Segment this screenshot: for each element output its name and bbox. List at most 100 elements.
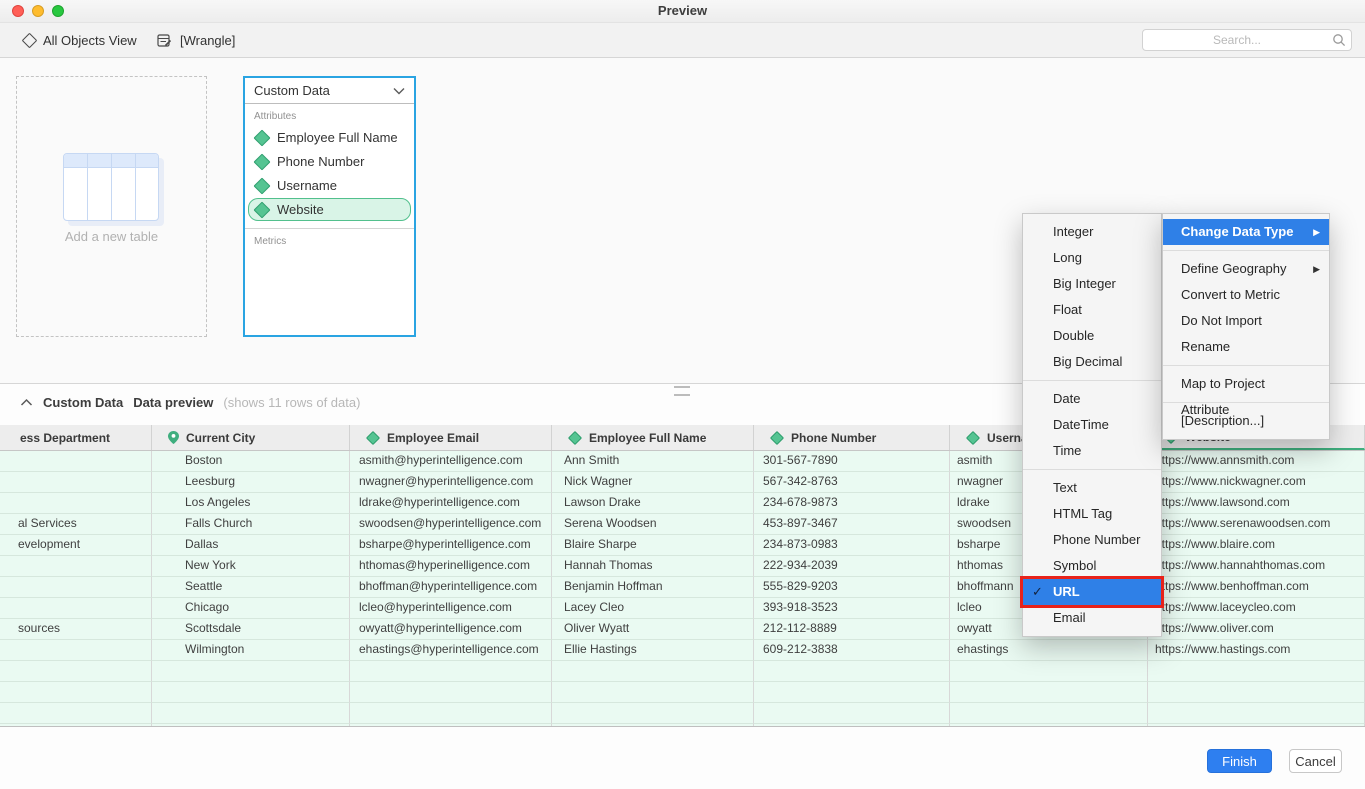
add-new-table-label: Add a new table — [17, 229, 206, 244]
all-objects-view-label: All Objects View — [43, 33, 137, 48]
wrangle-button[interactable]: [Wrangle] — [157, 23, 235, 57]
column-header-employee-email[interactable]: Employee Email — [350, 425, 552, 450]
menu-item-datetime[interactable]: DateTime — [1023, 412, 1161, 438]
metrics-section-label: Metrics — [245, 229, 414, 250]
table-cell: al Services — [0, 514, 152, 535]
menu-item-symbol[interactable]: Symbol — [1023, 553, 1161, 579]
table-cell — [552, 703, 754, 724]
table-cell: https://www.blaire.com — [1148, 535, 1365, 556]
table-cell: evelopment — [0, 535, 152, 556]
column-header-current-city[interactable]: Current City — [152, 425, 350, 450]
menu-item-url[interactable]: ✓URL — [1023, 579, 1161, 605]
menu-item-big-decimal[interactable]: Big Decimal — [1023, 349, 1161, 375]
table-cell: Seattle — [152, 577, 350, 598]
attribute-diamond-icon — [966, 430, 980, 444]
table-cell — [0, 661, 152, 682]
add-new-table-button[interactable]: Add a new table — [16, 76, 207, 337]
window-title: Preview — [0, 3, 1365, 18]
table-cell: 234-678-9873 — [754, 493, 950, 514]
attribute-list: Employee Full Name Phone Number UsernameWe… — [245, 126, 414, 221]
search-input[interactable] — [1142, 29, 1352, 51]
table-cell: https://www.hastings.com — [1148, 640, 1365, 661]
submenu-arrow-icon: ▶ — [1313, 219, 1320, 245]
table-cell: lcleo@hyperintelligence.com — [350, 598, 552, 619]
table-cell — [152, 682, 350, 703]
finish-button[interactable]: Finish — [1207, 749, 1272, 773]
menu-item-text[interactable]: Text — [1023, 475, 1161, 501]
attribute-item-username[interactable]: Username — [248, 174, 411, 197]
menu-item-long[interactable]: Long — [1023, 245, 1161, 271]
menu-item-label: Big Integer — [1053, 276, 1116, 291]
attribute-diamond-icon — [770, 430, 784, 444]
column-header-ess-department[interactable]: ess Department — [0, 425, 152, 450]
menu-item-convert-to-metric[interactable]: Convert to Metric — [1163, 282, 1329, 308]
table-cell: Chicago — [152, 598, 350, 619]
menu-item-float[interactable]: Float — [1023, 297, 1161, 323]
column-header-label: Employee Email — [387, 431, 479, 445]
menu-item-map-to-project-attribute[interactable]: Map to Project Attribute — [1163, 371, 1329, 397]
menu-item-label: [Description...] — [1181, 413, 1264, 428]
menu-item-label: Convert to Metric — [1181, 287, 1280, 302]
attribute-label: Phone Number — [277, 154, 364, 169]
attribute-item-employee-full-name[interactable]: Employee Full Name — [248, 126, 411, 149]
table-row: Wilmingtonehastings@hyperintelligence.co… — [0, 640, 1365, 661]
attributes-section-label: Attributes — [245, 104, 414, 125]
table-cell: Leesburg — [152, 472, 350, 493]
table-cell: https://www.benhoffman.com — [1148, 577, 1365, 598]
table-cell: Ann Smith — [552, 451, 754, 472]
menu-item-email[interactable]: Email — [1023, 605, 1161, 631]
menu-item-define-geography[interactable]: Define Geography▶ — [1163, 256, 1329, 282]
menu-item-double[interactable]: Double — [1023, 323, 1161, 349]
table-cell: 567-342-8763 — [754, 472, 950, 493]
table-icon — [63, 153, 159, 221]
table-cell: Wilmington — [152, 640, 350, 661]
table-cell — [350, 682, 552, 703]
table-cell: Nick Wagner — [552, 472, 754, 493]
attribute-item-phone-number[interactable]: Phone Number — [248, 150, 411, 173]
menu-item-html-tag[interactable]: HTML Tag — [1023, 501, 1161, 527]
splitter-grip[interactable] — [674, 386, 690, 396]
menu-item-label: Text — [1053, 480, 1077, 495]
preview-section-title: Data preview — [133, 395, 213, 410]
dataset-title: Custom Data — [254, 83, 330, 98]
menu-item-big-integer[interactable]: Big Integer — [1023, 271, 1161, 297]
menu-separator — [1023, 380, 1161, 381]
table-cell: https://www.nickwagner.com — [1148, 472, 1365, 493]
table-cell: sources — [0, 619, 152, 640]
table-cell — [552, 724, 754, 727]
menu-item-integer[interactable]: Integer — [1023, 219, 1161, 245]
table-cell: Los Angeles — [152, 493, 350, 514]
collapse-chevron-icon[interactable] — [20, 398, 33, 407]
wrangle-icon — [157, 33, 172, 48]
all-objects-view-button[interactable]: All Objects View — [24, 23, 137, 57]
table-cell: asmith@hyperintelligence.com — [350, 451, 552, 472]
table-cell: https://www.serenawoodsen.com — [1148, 514, 1365, 535]
attribute-item-website[interactable]: Website — [248, 198, 411, 221]
menu-separator — [1023, 469, 1161, 470]
menu-item-label: Float — [1053, 302, 1082, 317]
table-cell — [350, 703, 552, 724]
menu-item-time[interactable]: Time — [1023, 438, 1161, 464]
column-header-employee-full-name[interactable]: Employee Full Name — [552, 425, 754, 450]
table-cell: bsharpe@hyperintelligence.com — [350, 535, 552, 556]
menu-item-rename[interactable]: Rename — [1163, 334, 1329, 360]
cancel-button[interactable]: Cancel — [1289, 749, 1342, 773]
menu-item-description[interactable]: [Description...] — [1163, 408, 1329, 434]
checkmark-icon: ✓ — [1032, 579, 1048, 605]
dataset-dropdown[interactable]: Custom Data — [245, 78, 414, 104]
table-cell: 555-829-9203 — [754, 577, 950, 598]
table-cell: Falls Church — [152, 514, 350, 535]
menu-item-change-data-type[interactable]: Change Data Type▶ — [1163, 219, 1329, 245]
table-cell — [1148, 661, 1365, 682]
menu-item-date[interactable]: Date — [1023, 386, 1161, 412]
attribute-diamond-icon — [366, 430, 380, 444]
table-cell — [552, 661, 754, 682]
table-cell: Blaire Sharpe — [552, 535, 754, 556]
table-cell — [152, 724, 350, 727]
column-header-label: Phone Number — [791, 431, 876, 445]
menu-item-phone-number[interactable]: Phone Number — [1023, 527, 1161, 553]
data-type-submenu: IntegerLong Big Integer Float DoubleBig Dec… — [1022, 213, 1162, 637]
column-header-phone-number[interactable]: Phone Number — [754, 425, 950, 450]
menu-item-do-not-import[interactable]: Do Not Import — [1163, 308, 1329, 334]
table-cell: ehastings@hyperintelligence.com — [350, 640, 552, 661]
